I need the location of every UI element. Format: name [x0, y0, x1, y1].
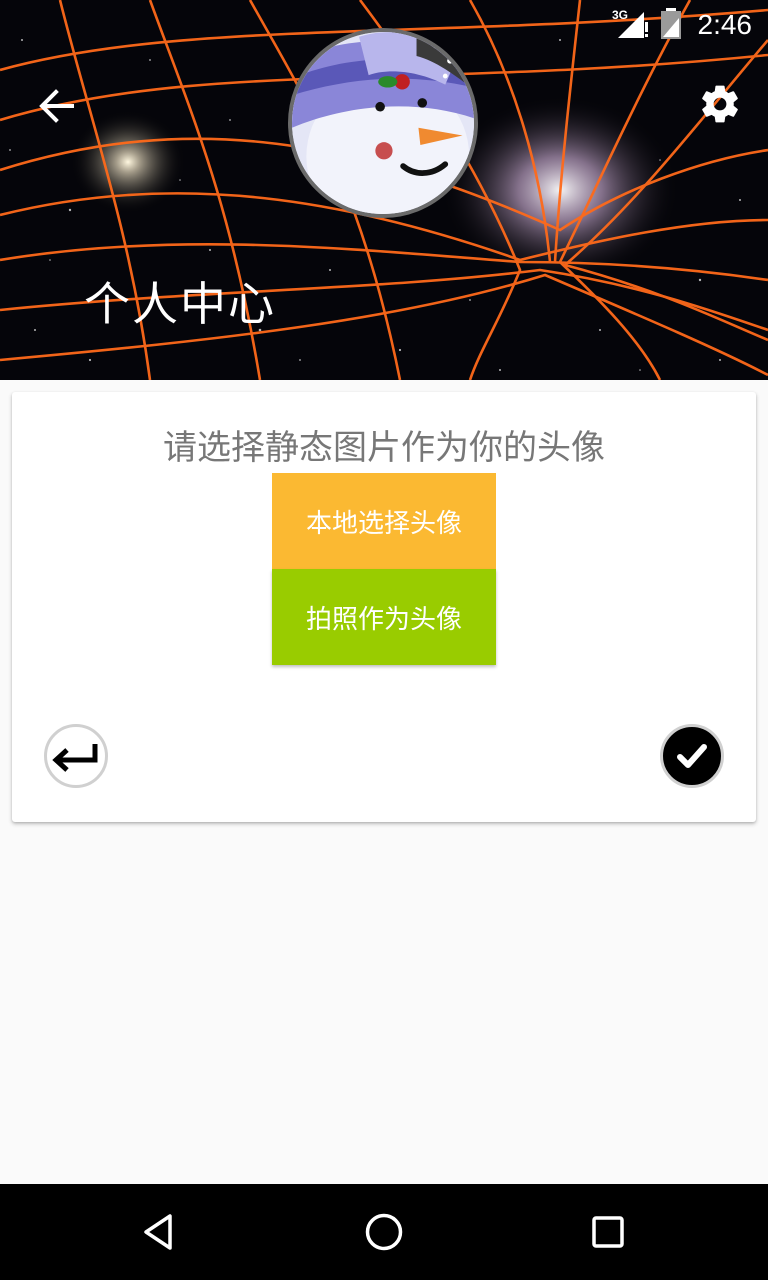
checkmark-icon [677, 744, 707, 768]
circle-home-icon [365, 1213, 403, 1251]
navigation-bar [0, 1184, 768, 1280]
nav-back-button[interactable] [136, 1208, 184, 1256]
nav-home-button[interactable] [360, 1208, 408, 1256]
confirm-button[interactable] [660, 724, 724, 788]
battery-icon [661, 8, 681, 39]
cancel-button[interactable] [44, 724, 108, 788]
profile-header: 3G 2:46 个人中心 [0, 0, 768, 380]
return-arrow-icon [52, 744, 98, 772]
gear-icon [702, 85, 738, 123]
choose-local-photo-button[interactable]: 本地选择头像 [272, 473, 496, 569]
arrow-left-icon [39, 89, 74, 123]
status-icons: 3G [612, 8, 686, 40]
avatar[interactable] [288, 28, 478, 218]
page-title: 个人中心 [84, 277, 276, 331]
nav-recents-button[interactable] [584, 1208, 632, 1256]
settings-button[interactable] [694, 78, 746, 130]
avatar-picker-dialog: 请选择静态图片作为你的头像 本地选择头像 拍照作为头像 [12, 392, 756, 822]
square-recents-icon [592, 1216, 624, 1248]
signal-icon [618, 12, 648, 38]
triangle-back-icon [144, 1214, 172, 1250]
snowman-avatar-image [292, 32, 474, 214]
take-photo-button[interactable]: 拍照作为头像 [272, 569, 496, 665]
personal-center-screen: 3G 2:46 个人中心 请选择静态图片作为你的头像 本地选择头像 拍照作为头像 [0, 0, 768, 1280]
status-time: 2:46 [697, 9, 753, 40]
back-button[interactable] [30, 80, 82, 132]
dialog-prompt: 请选择静态图片作为你的头像 [163, 428, 605, 468]
